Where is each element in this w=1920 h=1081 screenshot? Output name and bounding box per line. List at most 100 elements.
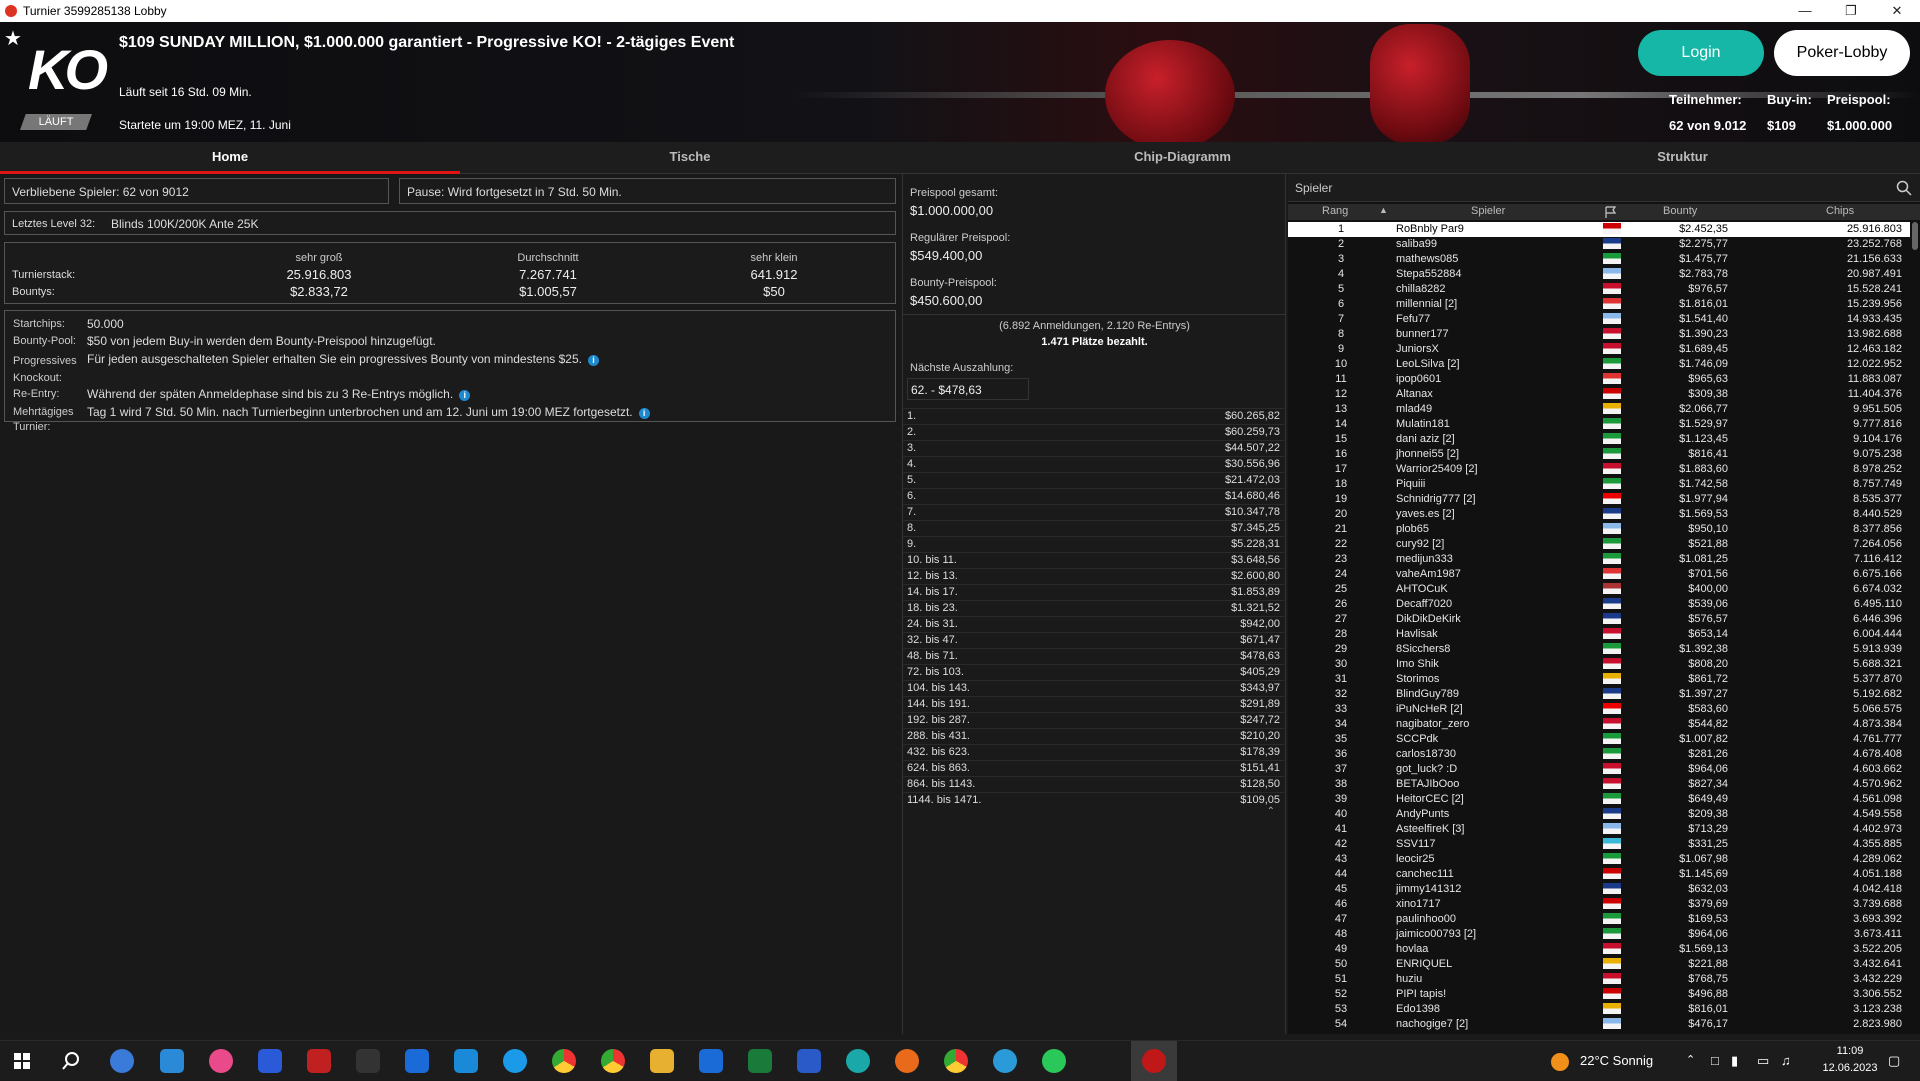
sky-icon[interactable]	[405, 1049, 429, 1073]
mcafee-icon[interactable]	[307, 1049, 331, 1073]
clock-date[interactable]: 12.06.2023	[1820, 1062, 1880, 1074]
vpn-icon[interactable]	[258, 1049, 282, 1073]
search-icon[interactable]	[1896, 180, 1912, 196]
player-row[interactable]: 40 AndyPunts $209,38 4.549.558	[1288, 807, 1910, 822]
login-button[interactable]: Login	[1638, 30, 1764, 76]
player-row[interactable]: 29 8Sicchers8 $1.392,38 5.913.939	[1288, 642, 1910, 657]
player-row[interactable]: 54 nachogige7 [2] $476,17 2.823.980	[1288, 1017, 1910, 1032]
player-row[interactable]: 6 millennial [2] $1.816,01 15.239.956	[1288, 297, 1910, 312]
col-rank[interactable]: Rang	[1322, 205, 1348, 217]
player-row[interactable]: 12 Altanax $309,38 11.404.376	[1288, 387, 1910, 402]
player-row[interactable]: 37 got_luck? :D $964,06 4.603.662	[1288, 762, 1910, 777]
whatsapp-icon[interactable]	[1042, 1049, 1066, 1073]
edge-icon[interactable]	[846, 1049, 870, 1073]
tray-chevron-icon[interactable]: ⌃	[1686, 1053, 1695, 1066]
player-row[interactable]: 26 Decaff7020 $539,06 6.495.110	[1288, 597, 1910, 612]
close-icon[interactable]: ✕	[1874, 3, 1920, 19]
player-row[interactable]: 10 LeoLSilva [2] $1.746,09 12.022.952	[1288, 357, 1910, 372]
telegram-icon[interactable]	[993, 1049, 1017, 1073]
flag-column-icon[interactable]	[1604, 206, 1616, 218]
tab-tables[interactable]: Tische	[460, 142, 920, 174]
player-row[interactable]: 35 SCCPdk $1.007,82 4.761.777	[1288, 732, 1910, 747]
player-row[interactable]: 5 chilla8282 $976,57 15.528.241	[1288, 282, 1910, 297]
player-row[interactable]: 43 leocir25 $1.067,98 4.289.062	[1288, 852, 1910, 867]
player-row[interactable]: 49 hovlaa $1.569,13 3.522.205	[1288, 942, 1910, 957]
col-chips[interactable]: Chips	[1826, 205, 1854, 217]
player-row[interactable]: 25 AHTOCuK $400,00 6.674.032	[1288, 582, 1910, 597]
player-row[interactable]: 9 JuniorsX $1.689,45 12.463.182	[1288, 342, 1910, 357]
excel-icon[interactable]	[748, 1049, 772, 1073]
player-row[interactable]: 36 carlos18730 $281,26 4.678.408	[1288, 747, 1910, 762]
player-row[interactable]: 22 cury92 [2] $521,88 7.264.056	[1288, 537, 1910, 552]
outlook-icon[interactable]	[699, 1049, 723, 1073]
player-row[interactable]: 51 huziu $768,75 3.432.229	[1288, 972, 1910, 987]
player-row[interactable]: 42 SSV117 $331,25 4.355.885	[1288, 837, 1910, 852]
info-icon[interactable]: i	[459, 390, 471, 401]
search-input[interactable]: Spieler	[1295, 181, 1332, 195]
file-explorer-icon[interactable]	[650, 1049, 674, 1073]
chrome-profile-icon[interactable]	[601, 1049, 625, 1073]
player-row[interactable]: 46 xino1717 $379,69 3.739.688	[1288, 897, 1910, 912]
windows-start-icon[interactable]	[14, 1053, 30, 1069]
player-row[interactable]: 44 canchec111 $1.145,69 4.051.188	[1288, 867, 1910, 882]
cortana-icon[interactable]	[110, 1049, 134, 1073]
player-row[interactable]: 39 HeitorCEC [2] $649,49 4.561.098	[1288, 792, 1910, 807]
player-row[interactable]: 45 jimmy141312 $632,03 4.042.418	[1288, 882, 1910, 897]
info-icon[interactable]: i	[638, 408, 650, 419]
col-bounty[interactable]: Bounty	[1663, 205, 1697, 217]
battery-icon[interactable]: ▮	[1731, 1053, 1738, 1069]
player-row[interactable]: 20 yaves.es [2] $1.569,53 8.440.529	[1288, 507, 1910, 522]
collapse-chevron-icon[interactable]: ⌃	[1267, 806, 1275, 817]
chrome-icon[interactable]	[552, 1049, 576, 1073]
player-row[interactable]: 24 vaheAm1987 $701,56 6.675.166	[1288, 567, 1910, 582]
tab-chip-chart[interactable]: Chip-Diagramm	[920, 142, 1445, 174]
player-row[interactable]: 52 PIPI tapis! $496,88 3.306.552	[1288, 987, 1910, 1002]
player-row[interactable]: 11 ipop0601 $965,63 11.883.087	[1288, 372, 1910, 387]
player-row[interactable]: 27 DikDikDeKirk $576,57 6.446.396	[1288, 612, 1910, 627]
volume-icon[interactable]: ♫	[1781, 1053, 1791, 1068]
player-row[interactable]: 1 RoBnbly Par9 $2.452,35 25.916.803	[1288, 222, 1910, 237]
player-row[interactable]: 47 paulinhoo00 $169,53 3.693.392	[1288, 912, 1910, 927]
player-row[interactable]: 23 medijun333 $1.081,25 7.116.412	[1288, 552, 1910, 567]
weather-text[interactable]: 22°C Sonnig	[1580, 1053, 1653, 1068]
player-row[interactable]: 16 jhonnei55 [2] $816,41 9.075.238	[1288, 447, 1910, 462]
tab-structure[interactable]: Struktur	[1445, 142, 1920, 174]
player-row[interactable]: 7 Fefu77 $1.541,40 14.933.435	[1288, 312, 1910, 327]
display-icon[interactable]: ▭	[1757, 1053, 1769, 1069]
word-icon[interactable]	[797, 1049, 821, 1073]
minimize-icon[interactable]: —	[1782, 3, 1828, 19]
onedrive-icon[interactable]	[160, 1049, 184, 1073]
player-row[interactable]: 32 BlindGuy789 $1.397,27 5.192.682	[1288, 687, 1910, 702]
sort-asc-icon[interactable]: ▲	[1379, 205, 1388, 215]
favorite-star-icon[interactable]: ★	[4, 26, 22, 51]
player-row[interactable]: 15 dani aziz [2] $1.123,45 9.104.176	[1288, 432, 1910, 447]
player-row[interactable]: 53 Edo1398 $816,01 3.123.238	[1288, 1002, 1910, 1017]
gg-icon[interactable]	[356, 1049, 380, 1073]
player-row[interactable]: 18 Piquiii $1.742,58 8.757.749	[1288, 477, 1910, 492]
player-row[interactable]: 14 Mulatin181 $1.529,97 9.777.816	[1288, 417, 1910, 432]
pokerstars-icon[interactable]	[1142, 1049, 1166, 1073]
player-list-scrollbar[interactable]	[1912, 222, 1918, 250]
player-row[interactable]: 8 bunner177 $1.390,23 13.982.688	[1288, 327, 1910, 342]
player-row[interactable]: 41 AsteelfireK [3] $713,29 4.402.973	[1288, 822, 1910, 837]
player-row[interactable]: 34 nagibator_zero $544,82 4.873.384	[1288, 717, 1910, 732]
player-row[interactable]: 48 jaimico00793 [2] $964,06 3.673.411	[1288, 927, 1910, 942]
pokerstars-task[interactable]	[1131, 1041, 1177, 1081]
player-row[interactable]: 3 mathews085 $1.475,77 21.156.633	[1288, 252, 1910, 267]
col-player[interactable]: Spieler	[1471, 205, 1505, 217]
player-row[interactable]: 31 Storimos $861,72 5.377.870	[1288, 672, 1910, 687]
player-row[interactable]: 38 BETAJIbOoo $827,34 4.570.962	[1288, 777, 1910, 792]
player-row[interactable]: 28 Havlisak $653,14 6.004.444	[1288, 627, 1910, 642]
player-row[interactable]: 13 mlad49 $2.066,77 9.951.505	[1288, 402, 1910, 417]
player-row[interactable]: 19 Schnidrig777 [2] $1.977,94 8.535.377	[1288, 492, 1910, 507]
player-row[interactable]: 21 plob65 $950,10 8.377.856	[1288, 522, 1910, 537]
player-row[interactable]: 50 ENRIQUEL $221,88 3.432.641	[1288, 957, 1910, 972]
search-taskbar-icon[interactable]	[62, 1052, 80, 1070]
player-row[interactable]: 30 Imo Shik $808,20 5.688.321	[1288, 657, 1910, 672]
player-search[interactable]: Spieler	[1288, 174, 1920, 202]
clock-time[interactable]: 11:09	[1820, 1045, 1880, 1057]
chrome-alt-icon[interactable]	[944, 1049, 968, 1073]
poker-lobby-button[interactable]: Poker-Lobby	[1774, 30, 1910, 76]
player-row[interactable]: 33 iPuNcHeR [2] $583,60 5.066.575	[1288, 702, 1910, 717]
skype-icon[interactable]	[503, 1049, 527, 1073]
